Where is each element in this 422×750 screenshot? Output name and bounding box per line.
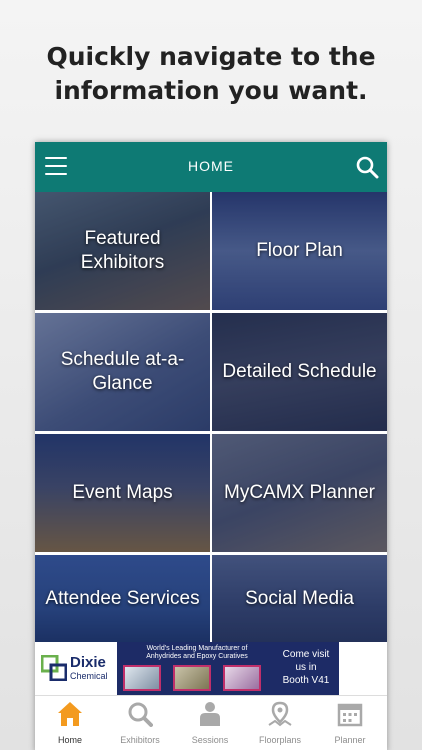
nav-label: Home	[57, 735, 82, 745]
tile-label: Featured Exhibitors	[80, 228, 165, 273]
ad-tagline-line-1: World's Leading Manufacturer of	[146, 645, 248, 652]
promo-headline: Quickly navigate to the information you …	[0, 40, 422, 108]
nav-item-planner[interactable]: Planner	[315, 696, 385, 750]
nav-label: Floorplans	[258, 735, 302, 745]
logo-mark-icon	[41, 655, 67, 681]
ad-call-to-action: Come visit us in Booth V41	[275, 648, 337, 687]
people-icon	[200, 702, 220, 726]
ad-tagline: World's Leading Manufacturer of Anhydrid…	[121, 645, 273, 661]
nav-item-floorplans[interactable]: Floorplans	[245, 696, 315, 750]
ad-banner-panel: World's Leading Manufacturer of Anhydrid…	[117, 642, 339, 695]
search-icon[interactable]	[355, 155, 379, 179]
bottom-nav-bar: Home Exhibitors Sessions Floorplans Plan…	[35, 695, 387, 750]
nav-item-home[interactable]: Home	[35, 696, 105, 750]
calendar-icon	[337, 703, 363, 727]
nav-label: Sessions	[191, 735, 229, 745]
tile-detailed-schedule[interactable]: Detailed Schedule	[212, 313, 387, 431]
tile-label: Detailed Schedule	[222, 361, 377, 382]
top-bar: HOME	[35, 142, 387, 192]
nav-label: Exhibitors	[120, 735, 160, 745]
magnifier-icon	[128, 702, 153, 727]
ad-product-image	[123, 665, 161, 691]
ad-tagline-line-2: Anhydrides and Epoxy Curatives	[146, 653, 248, 660]
tile-social-media[interactable]: Social Media	[212, 555, 387, 642]
tile-floor-plan[interactable]: Floor Plan	[212, 192, 387, 310]
nav-item-sessions[interactable]: Sessions	[175, 696, 245, 750]
tile-label: MyCAMX Planner	[224, 482, 375, 503]
ad-product-image	[223, 665, 261, 691]
tile-label: Schedule at-a-Glance	[60, 349, 185, 394]
sponsor-ad-banner[interactable]: Dixie Chemical World's Leading Manufactu…	[35, 642, 387, 695]
tile-attendee-services[interactable]: Attendee Services	[35, 555, 210, 642]
nav-label: Planner	[334, 735, 366, 745]
app-screen: HOME Featured Exhibitors Floor Plan Sche…	[35, 142, 387, 750]
home-icon	[58, 702, 82, 726]
tile-label: Social Media	[245, 587, 354, 609]
tile-label: Attendee Services	[45, 587, 200, 609]
tile-label: Floor Plan	[256, 240, 343, 261]
tile-mycamx-planner[interactable]: MyCAMX Planner	[212, 434, 387, 552]
nav-item-exhibitors[interactable]: Exhibitors	[105, 696, 175, 750]
promo-headline-line-2: information you want.	[54, 76, 368, 105]
ad-cta-line-1: Come visit	[282, 649, 330, 660]
tile-label: Event Maps	[72, 482, 173, 503]
tile-schedule-at-a-glance[interactable]: Schedule at-a-Glance	[35, 313, 210, 431]
tile-event-maps[interactable]: Event Maps	[35, 434, 210, 552]
promo-headline-line-1: Quickly navigate to the	[46, 42, 376, 71]
ad-cta-line-2: us in	[295, 662, 317, 673]
dixie-chemical-logo: Dixie Chemical	[41, 652, 117, 686]
ad-cta-line-3: Booth V41	[282, 675, 330, 686]
ad-product-image	[173, 665, 211, 691]
map-pin-icon	[268, 701, 292, 727]
tile-featured-exhibitors[interactable]: Featured Exhibitors	[35, 192, 210, 310]
logo-subtitle: Chemical	[70, 671, 108, 681]
logo-wordmark: Dixie	[70, 654, 106, 671]
page-title: HOME	[188, 158, 234, 174]
